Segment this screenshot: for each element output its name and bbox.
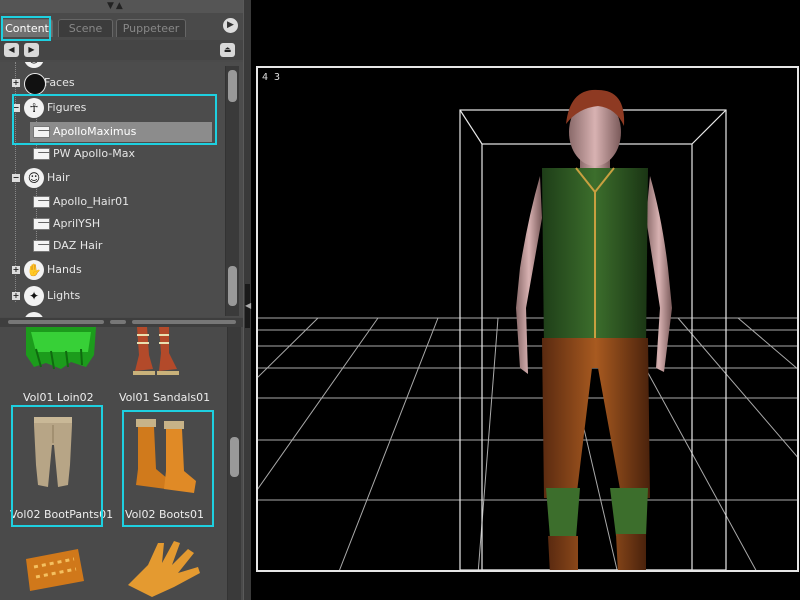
figures-icon: ☥ bbox=[24, 98, 44, 118]
lights-icon: ✦ bbox=[24, 286, 44, 306]
tree-item-label: DAZ Hair bbox=[53, 239, 103, 252]
tree-item-label: Faces bbox=[44, 76, 75, 89]
collapse-icon[interactable]: − bbox=[12, 104, 20, 112]
ground-grid bbox=[258, 317, 797, 570]
panel-collapse-grip[interactable]: ▼▲ bbox=[0, 0, 243, 13]
collapse-icon[interactable]: − bbox=[12, 174, 20, 182]
collapse-arrow-icon[interactable]: ◀ bbox=[245, 284, 251, 328]
scrollbar-thumb[interactable] bbox=[228, 70, 237, 102]
tree-item-label: ApolloMaximus bbox=[53, 125, 137, 138]
tree-item-label: Hair bbox=[47, 171, 70, 184]
tree-scrollbar[interactable] bbox=[225, 66, 239, 316]
boots-image bbox=[136, 419, 196, 493]
up-folder-icon[interactable]: ⏏ bbox=[220, 43, 235, 57]
tree-item-daz-hair[interactable]: DAZ Hair bbox=[30, 235, 212, 257]
thumbnail-scrollbar[interactable] bbox=[227, 327, 241, 600]
hair-icon: ☺ bbox=[24, 168, 44, 188]
tab-content[interactable]: Content bbox=[1, 19, 53, 37]
scene-render bbox=[258, 89, 797, 570]
partial-category-icon: ○ bbox=[24, 62, 44, 68]
folder-icon bbox=[33, 148, 50, 160]
tree-item-lights[interactable]: + ✦ Lights bbox=[0, 285, 225, 307]
thumbnail-label: Vol02 BootPants01 bbox=[10, 508, 114, 521]
content-panel: ▼▲ Content Scene Puppeteer ▶ ◀ ▶ ⏏ ○ + F… bbox=[0, 0, 243, 600]
play-arrow-icon[interactable]: ▶ bbox=[223, 18, 238, 33]
tree-item-pw-apollo-max[interactable]: PW Apollo-Max bbox=[30, 143, 212, 165]
panel-tabs: Content Scene Puppeteer ▶ bbox=[0, 15, 243, 39]
faces-icon bbox=[24, 73, 46, 95]
tree-item-label: Figures bbox=[47, 101, 87, 114]
folder-icon bbox=[33, 218, 50, 230]
splitter-bar bbox=[132, 320, 236, 324]
glove-image bbox=[128, 541, 200, 597]
pane-splitter[interactable] bbox=[0, 318, 243, 327]
tree-item-label: AprilYSH bbox=[53, 217, 101, 230]
folder-icon bbox=[33, 240, 50, 252]
partial-category-icon: ○ bbox=[24, 312, 44, 317]
tree-item-apollomaximus[interactable]: ApolloMaximus bbox=[30, 121, 212, 143]
tree-item-label: Hands bbox=[47, 263, 82, 276]
hands-icon: ✋ bbox=[24, 260, 44, 280]
forward-arrow-icon[interactable]: ▶ bbox=[24, 43, 39, 57]
tree-item-hands[interactable]: + ✋ Hands bbox=[0, 259, 225, 281]
tab-puppeteer[interactable]: Puppeteer bbox=[116, 19, 186, 37]
library-thumbnails: Vol01 Loin02 Vol01 Sandals01 Vol02 BootP… bbox=[0, 327, 243, 600]
folder-icon bbox=[33, 196, 50, 208]
scrollbar-thumb[interactable] bbox=[230, 437, 239, 477]
splitter-grip[interactable] bbox=[110, 320, 126, 324]
splitter-bar bbox=[8, 320, 104, 324]
back-arrow-icon[interactable]: ◀ bbox=[4, 43, 19, 57]
scrollbar-thumb[interactable] bbox=[228, 266, 237, 306]
tree-item-label: Lights bbox=[47, 289, 81, 302]
thumbnail-label: Vol01 Loin02 bbox=[23, 391, 94, 404]
bracer-image bbox=[26, 549, 84, 591]
sandals-image bbox=[133, 327, 179, 375]
tree-item-hair[interactable]: − ☺ Hair bbox=[0, 167, 225, 189]
tree-item-aprilysh[interactable]: AprilYSH bbox=[30, 213, 212, 235]
library-tree: ○ + Faces − ☥ Figures ApolloMaximus PW A… bbox=[0, 62, 243, 317]
library-nav-bar: ◀ ▶ ⏏ bbox=[0, 40, 243, 60]
tab-scene[interactable]: Scene bbox=[58, 19, 113, 37]
tree-item-faces[interactable]: + Faces bbox=[0, 72, 225, 95]
tree-item-figures[interactable]: − ☥ Figures bbox=[0, 97, 225, 119]
3d-viewport[interactable]: 4 3 bbox=[256, 66, 799, 572]
tree-item-label: Apollo_Hair01 bbox=[53, 195, 130, 208]
folder-icon bbox=[33, 126, 50, 138]
expand-icon[interactable]: + bbox=[12, 266, 20, 274]
tree-item-apollo-hair01[interactable]: Apollo_Hair01 bbox=[30, 191, 212, 213]
panel-splitter[interactable]: ◀ bbox=[243, 0, 251, 600]
thumbnail-label: Vol02 Boots01 bbox=[125, 508, 204, 521]
expand-icon[interactable]: + bbox=[12, 79, 20, 87]
bootpants-image bbox=[34, 417, 72, 487]
tree-item-label: PW Apollo-Max bbox=[53, 147, 136, 160]
expand-icon[interactable]: + bbox=[12, 292, 20, 300]
thumbnail-label: Vol01 Sandals01 bbox=[119, 391, 211, 404]
loin-cloth-image bbox=[26, 327, 96, 370]
